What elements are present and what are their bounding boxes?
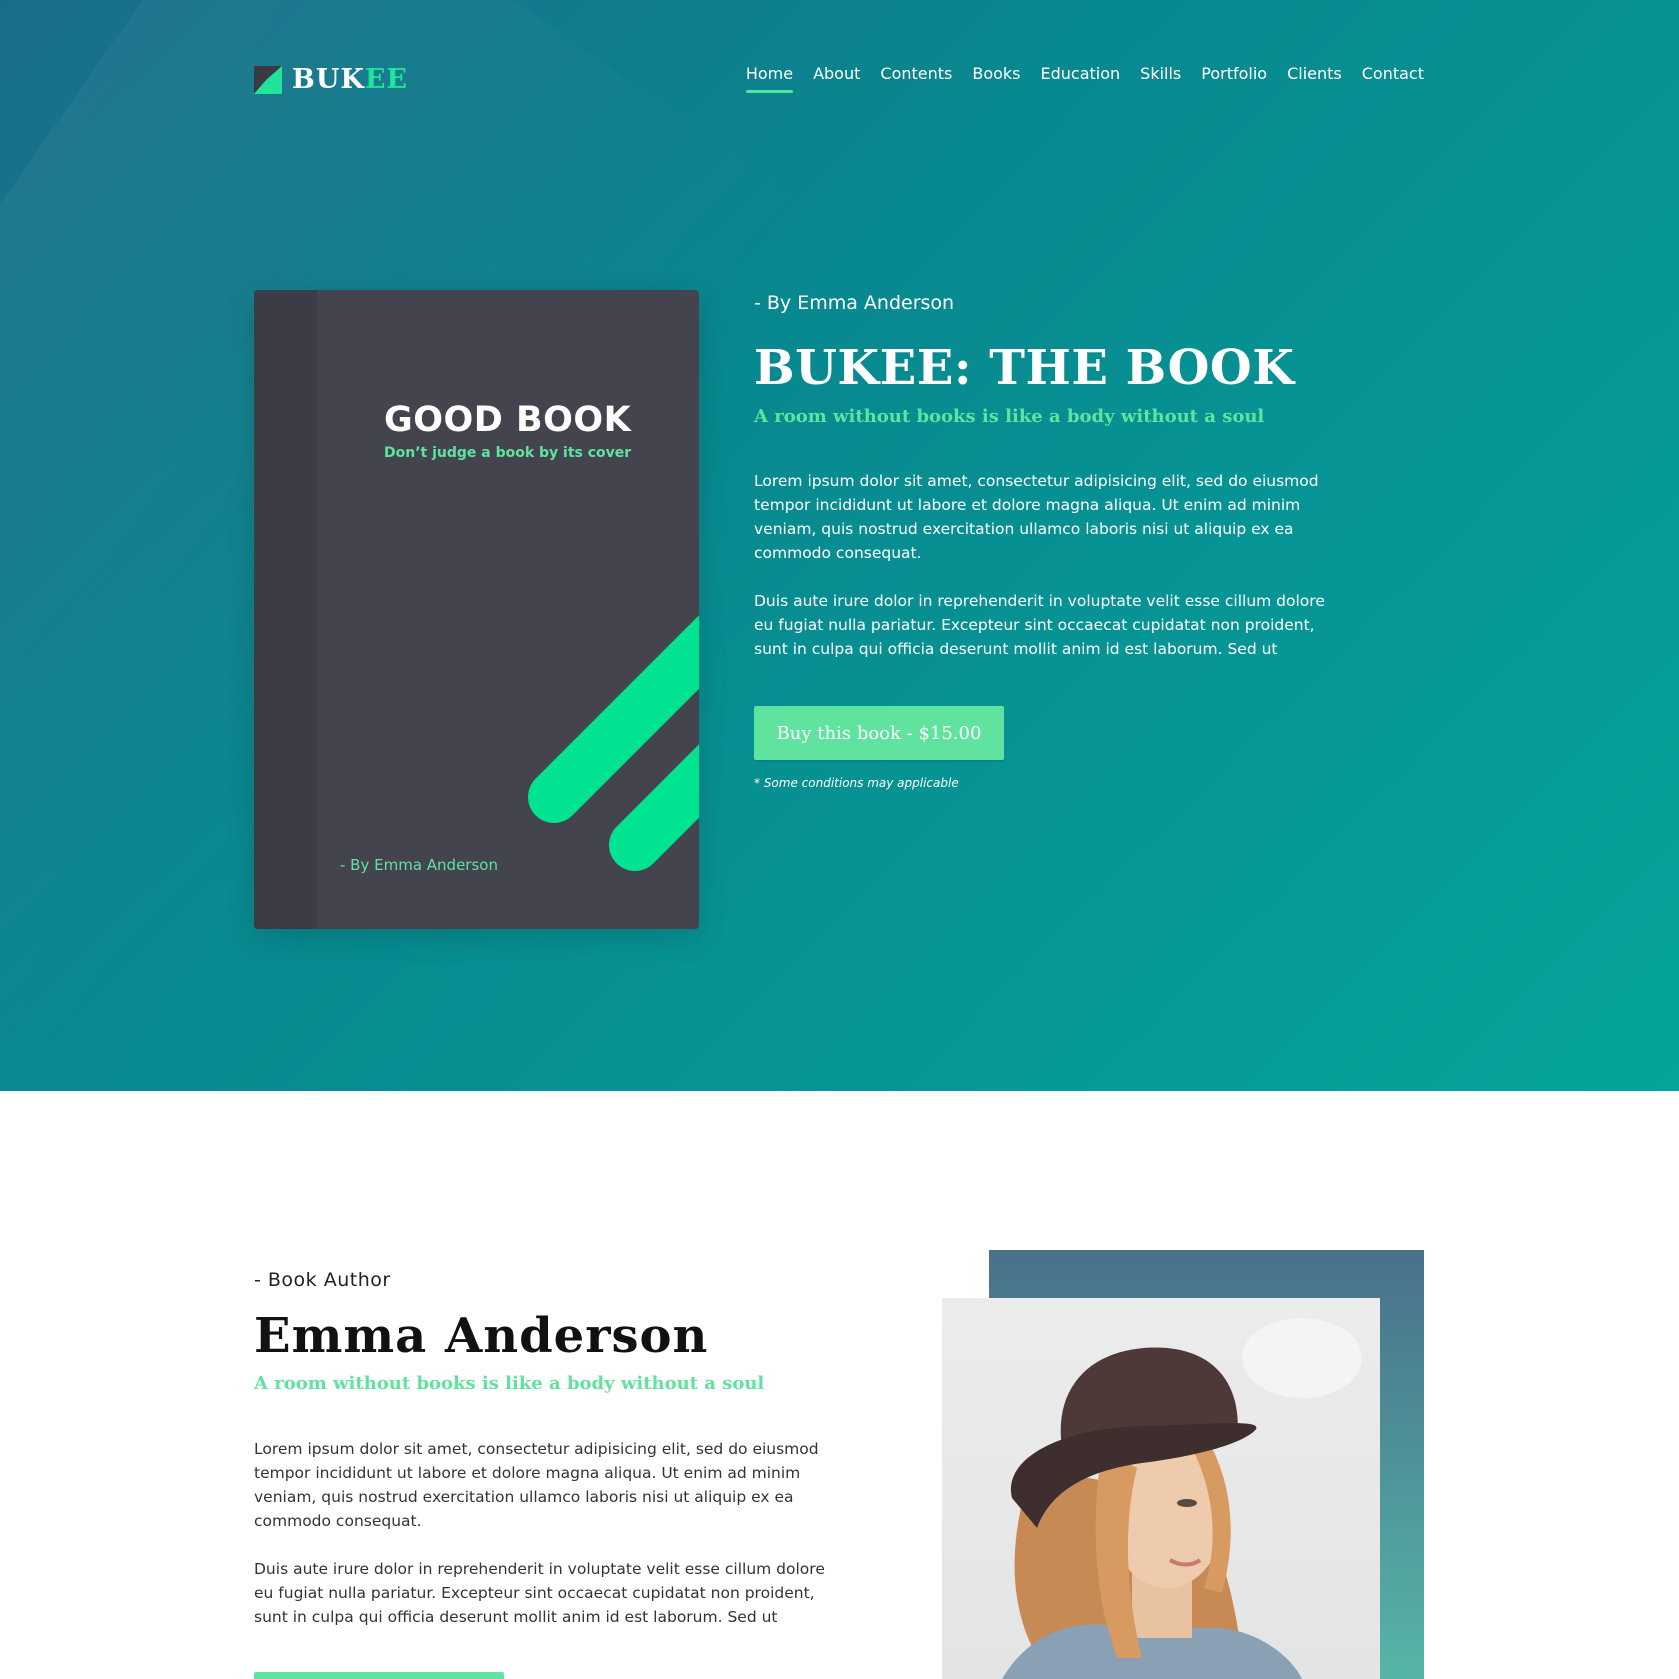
nav-item-books[interactable]: Books (972, 64, 1020, 91)
hero-tagline: A room without books is like a body with… (754, 406, 1265, 427)
hero-section: BUKEE Home About Contents Books Educatio… (0, 0, 1679, 1091)
hero-paragraph: Lorem ipsum dolor sit amet, consectetur … (754, 472, 1319, 562)
conditions-note: * Some conditions may applicable (754, 776, 959, 790)
brand-name-main: BUK (292, 64, 365, 95)
hero-paragraph: Duis aute irure dolor in reprehenderit i… (754, 592, 1325, 658)
author-tagline: A room without books is like a body with… (254, 1373, 765, 1394)
nav-item-about[interactable]: About (813, 64, 860, 91)
book-cover-subtitle: Don’t judge a book by its cover (384, 445, 632, 461)
buy-book-button[interactable]: Buy this book - $15.00 (754, 706, 1004, 760)
logo-mark-icon (254, 65, 282, 94)
hero-title: BUKEE: THE BOOK (754, 340, 1295, 396)
hero-byline: - By Emma Anderson (754, 292, 955, 314)
brand-logo[interactable]: BUKEE (254, 64, 408, 95)
book-cover-title: GOOD BOOK (384, 400, 632, 440)
author-paragraph: Duis aute irure dolor in reprehenderit i… (254, 1560, 825, 1626)
author-name: Emma Anderson (254, 1308, 709, 1364)
nav-item-education[interactable]: Education (1041, 64, 1121, 91)
nav-item-contact[interactable]: Contact (1362, 64, 1424, 91)
nav-item-clients[interactable]: Clients (1287, 64, 1342, 91)
main-nav: Home About Contents Books Education Skil… (726, 64, 1424, 93)
nav-item-skills[interactable]: Skills (1140, 64, 1181, 91)
nav-item-contents[interactable]: Contents (880, 64, 952, 91)
book-cover-author: - By Emma Anderson (340, 856, 498, 874)
author-photo (942, 1298, 1380, 1679)
nav-item-portfolio[interactable]: Portfolio (1201, 64, 1267, 91)
brand-name: BUKEE (292, 64, 408, 95)
author-action-button[interactable] (254, 1672, 504, 1679)
author-paragraph: Lorem ipsum dolor sit amet, consectetur … (254, 1440, 819, 1530)
book-cover-image: GOOD BOOK Don’t judge a book by its cove… (254, 290, 699, 929)
author-section-label: - Book Author (254, 1269, 391, 1291)
author-portrait-illustration (1002, 1318, 1362, 1679)
book-cover-stripes (528, 615, 699, 871)
brand-name-accent: EE (364, 64, 409, 95)
nav-item-home[interactable]: Home (745, 64, 794, 93)
